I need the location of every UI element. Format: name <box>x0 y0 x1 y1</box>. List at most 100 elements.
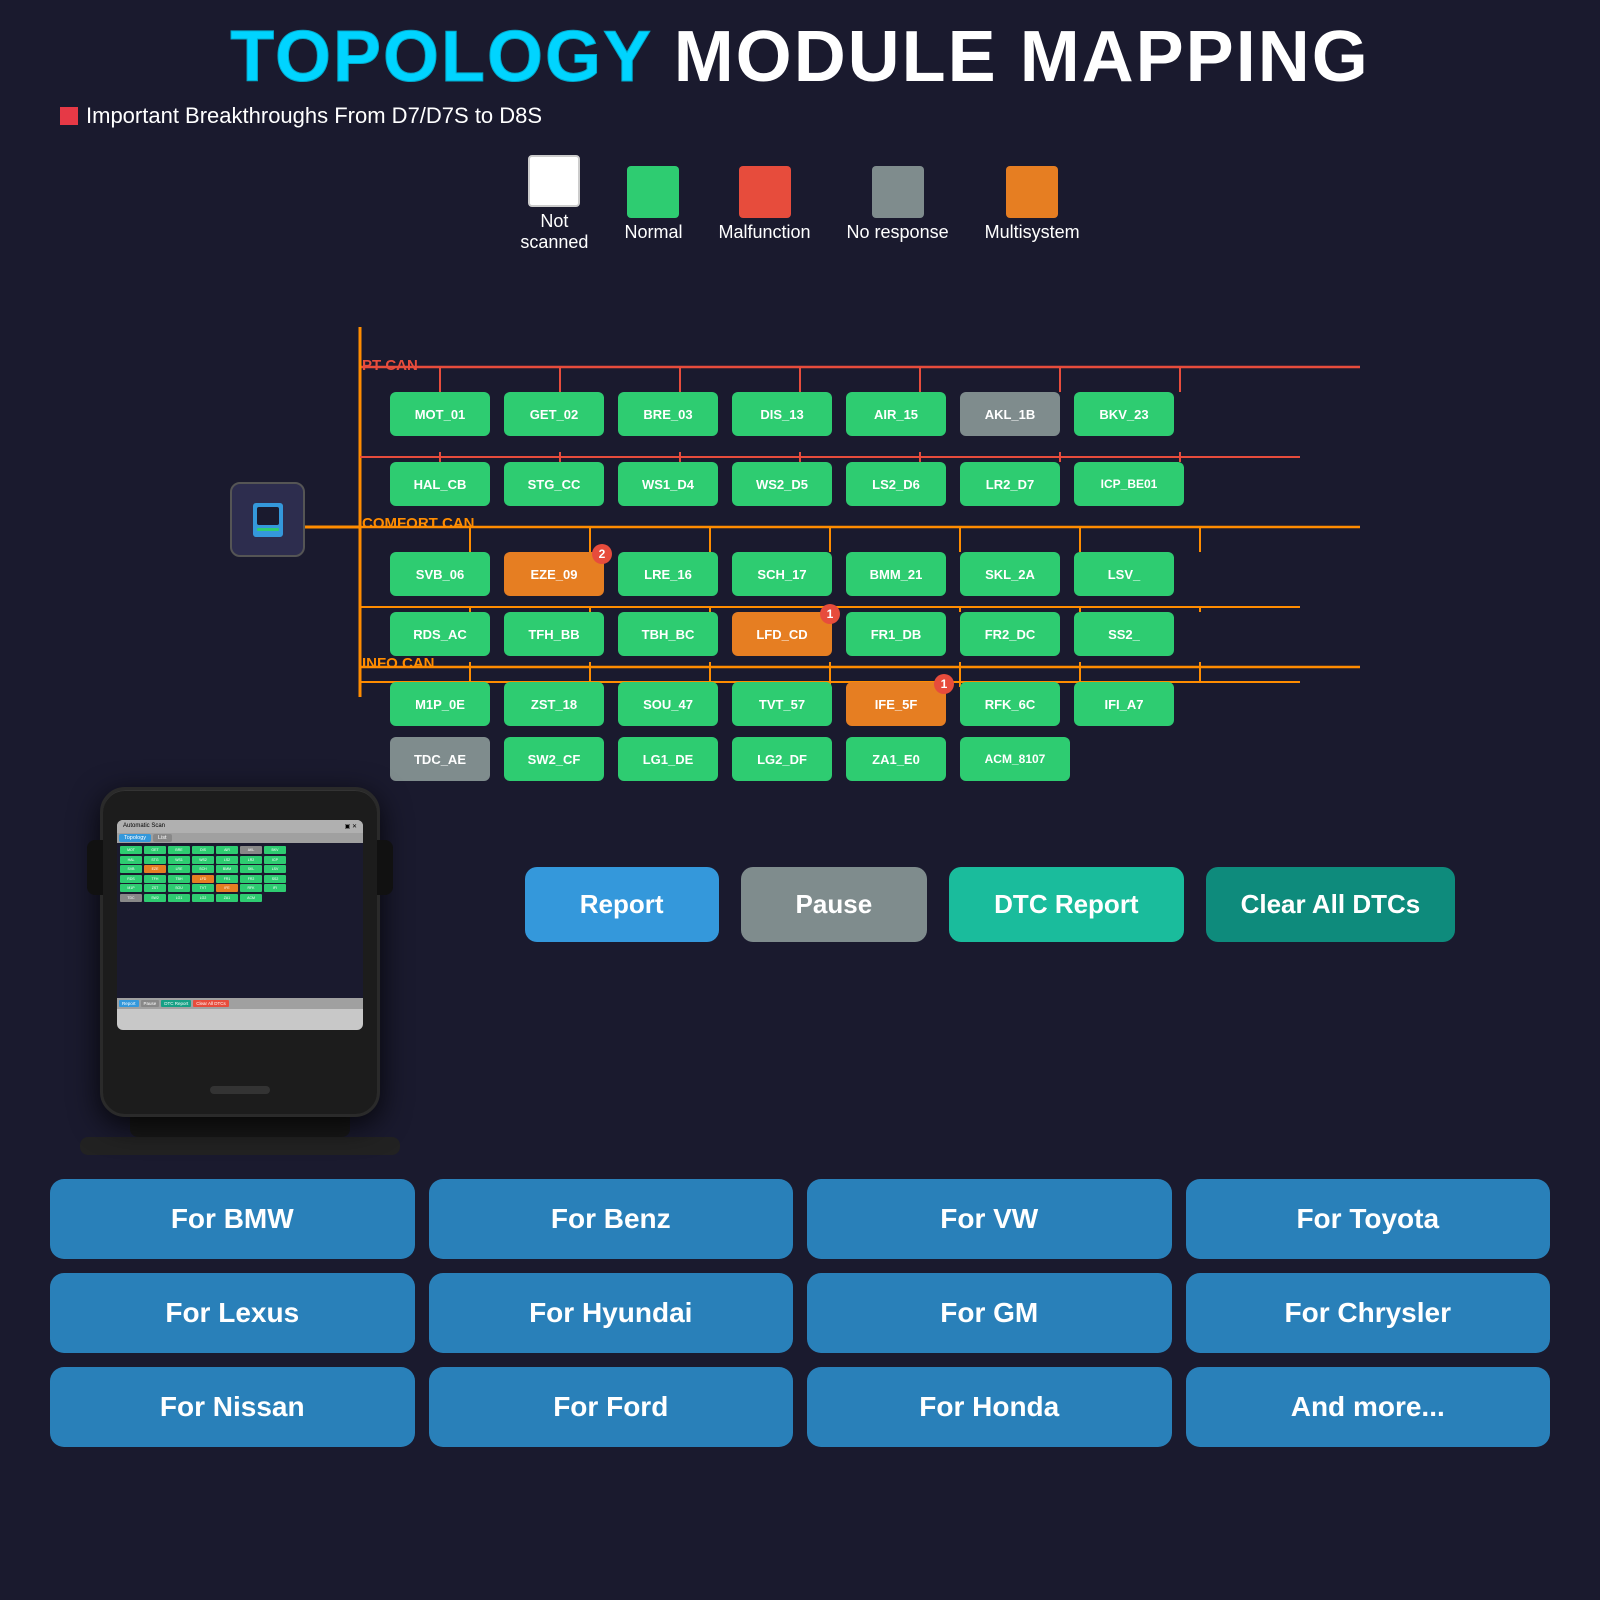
node-TFH_BB[interactable]: TFH_BB <box>504 612 604 656</box>
node-DIS_13[interactable]: DIS_13 <box>732 392 832 436</box>
scanner-home-btn[interactable] <box>210 1086 270 1094</box>
screen-dtc-btn[interactable]: DTC Report <box>161 1000 191 1007</box>
node-IFE_5F[interactable]: IFE_5F 1 <box>846 682 946 726</box>
node-RDS_AC[interactable]: RDS_AC <box>390 612 490 656</box>
row-5-nodes: TDC_AE SW2_CF LG1_DE LG2_DF ZA1_E0 ACM_8… <box>390 737 1070 781</box>
node-TBH_BC[interactable]: TBH_BC <box>618 612 718 656</box>
scanner-screen: Automatic Scan ▣ ✕ Topology List MOT GET… <box>117 820 363 1030</box>
node-ZA1_E0[interactable]: ZA1_E0 <box>846 737 946 781</box>
legend-box-multisystem <box>1006 166 1058 218</box>
screen-pause-btn[interactable]: Pause <box>141 1000 160 1007</box>
gm-button[interactable]: For GM <box>807 1273 1172 1353</box>
node-LSV_[interactable]: LSV_ <box>1074 552 1174 596</box>
badge-LFD_CD: 1 <box>820 604 840 624</box>
pause-button[interactable]: Pause <box>741 867 928 942</box>
red-square-icon <box>60 107 78 125</box>
action-area: Report Pause DTC Report Clear All DTCs <box>460 787 1520 942</box>
row-1-nodes: HAL_CB STG_CC WS1_D4 WS2_D5 LS2_D6 LR2_D… <box>390 462 1184 506</box>
node-SOU_47[interactable]: SOU_47 <box>618 682 718 726</box>
node-SKL_2A[interactable]: SKL_2A <box>960 552 1060 596</box>
node-BRE_03[interactable]: BRE_03 <box>618 392 718 436</box>
chrysler-button[interactable]: For Chrysler <box>1186 1273 1551 1353</box>
screen-topbar: Automatic Scan ▣ ✕ <box>117 820 363 833</box>
node-SCH_17[interactable]: SCH_17 <box>732 552 832 596</box>
node-RFK_6C[interactable]: RFK_6C <box>960 682 1060 726</box>
hyundai-button[interactable]: For Hyundai <box>429 1273 794 1353</box>
node-TVT_57[interactable]: TVT_57 <box>732 682 832 726</box>
node-LG1_DE[interactable]: LG1_DE <box>618 737 718 781</box>
node-STG_CC[interactable]: STG_CC <box>504 462 604 506</box>
screen-tabs: Topology List <box>117 833 363 843</box>
node-WS1_D4[interactable]: WS1_D4 <box>618 462 718 506</box>
node-MOT_01[interactable]: MOT_01 <box>390 392 490 436</box>
legend: Notscanned Normal Malfunction No respons… <box>0 145 1600 267</box>
title-module-mapping: MODULE MAPPING <box>652 17 1370 97</box>
row-4-nodes: M1P_0E ZST_18 SOU_47 TVT_57 IFE_5F 1 RFK… <box>390 682 1174 726</box>
node-HAL_CB[interactable]: HAL_CB <box>390 462 490 506</box>
legend-box-no-response <box>872 166 924 218</box>
node-LS2_D6[interactable]: LS2_D6 <box>846 462 946 506</box>
node-LFD_CD[interactable]: LFD_CD 1 <box>732 612 832 656</box>
action-buttons-row: Report Pause DTC Report Clear All DTCs <box>460 867 1520 942</box>
screen-report-btn[interactable]: Report <box>119 1000 139 1007</box>
lexus-button[interactable]: For Lexus <box>50 1273 415 1353</box>
more-button[interactable]: And more... <box>1186 1367 1551 1447</box>
toyota-button[interactable]: For Toyota <box>1186 1179 1551 1259</box>
legend-malfunction: Malfunction <box>718 166 810 243</box>
comfort-can-label: COMFORT CAN <box>362 515 475 532</box>
node-FR2_DC[interactable]: FR2_DC <box>960 612 1060 656</box>
scanner-device: Automatic Scan ▣ ✕ Topology List MOT GET… <box>80 787 400 1155</box>
main-title: TOPOLOGY MODULE MAPPING <box>20 18 1580 97</box>
legend-not-scanned: Notscanned <box>520 155 588 253</box>
vw-button[interactable]: For VW <box>807 1179 1172 1259</box>
screen-topology-content: MOT GET BRE DIS AIR AKL BKV HAL STG WS1 … <box>117 843 363 998</box>
row-2-nodes: SVB_06 EZE_09 2 LRE_16 SCH_17 BMM_21 SKL… <box>390 552 1174 596</box>
node-TDC_AE[interactable]: TDC_AE <box>390 737 490 781</box>
node-BMM_21[interactable]: BMM_21 <box>846 552 946 596</box>
node-FR1_DB[interactable]: FR1_DB <box>846 612 946 656</box>
node-ICP_BE01[interactable]: ICP_BE01 <box>1074 462 1184 506</box>
scanner-stand <box>130 1117 350 1137</box>
node-ZST_18[interactable]: ZST_18 <box>504 682 604 726</box>
node-BKV_23[interactable]: BKV_23 <box>1074 392 1174 436</box>
node-LRE_16[interactable]: LRE_16 <box>618 552 718 596</box>
nissan-button[interactable]: For Nissan <box>50 1367 415 1447</box>
node-SW2_CF[interactable]: SW2_CF <box>504 737 604 781</box>
node-SS2_[interactable]: SS2_ <box>1074 612 1174 656</box>
node-GET_02[interactable]: GET_02 <box>504 392 604 436</box>
node-SVB_06[interactable]: SVB_06 <box>390 552 490 596</box>
node-ACM_8107[interactable]: ACM_8107 <box>960 737 1070 781</box>
brand-grid: For BMW For Benz For VW For Toyota For L… <box>0 1165 1600 1461</box>
legend-no-response: No response <box>847 166 949 243</box>
bottom-section: Automatic Scan ▣ ✕ Topology List MOT GET… <box>0 777 1600 1165</box>
screen-mini-buttons: Report Pause DTC Report Clear All DTCs <box>117 998 363 1009</box>
ford-button[interactable]: For Ford <box>429 1367 794 1447</box>
pt-can-label: PT CAN <box>362 357 418 374</box>
benz-button[interactable]: For Benz <box>429 1179 794 1259</box>
node-LG2_DF[interactable]: LG2_DF <box>732 737 832 781</box>
node-EZE_09[interactable]: EZE_09 2 <box>504 552 604 596</box>
node-IFI_A7[interactable]: IFI_A7 <box>1074 682 1174 726</box>
badge-IFE_5F: 1 <box>934 674 954 694</box>
scanner-handle-left <box>87 840 103 895</box>
node-LR2_D7[interactable]: LR2_D7 <box>960 462 1060 506</box>
node-AIR_15[interactable]: AIR_15 <box>846 392 946 436</box>
scan-device-icon <box>230 482 305 557</box>
scanner-base <box>80 1137 400 1155</box>
node-AKL_1B[interactable]: AKL_1B <box>960 392 1060 436</box>
legend-multisystem: Multisystem <box>985 166 1080 243</box>
node-M1P_0E[interactable]: M1P_0E <box>390 682 490 726</box>
report-button[interactable]: Report <box>525 867 719 942</box>
dtc-report-button[interactable]: DTC Report <box>949 867 1183 942</box>
honda-button[interactable]: For Honda <box>807 1367 1172 1447</box>
topology-diagram: PT CAN COMFORT CAN INFO CAN MOT_01 GET_0… <box>200 267 1400 787</box>
node-WS2_D5[interactable]: WS2_D5 <box>732 462 832 506</box>
screen-clear-btn[interactable]: Clear All DTCs <box>193 1000 229 1007</box>
clear-dtc-button[interactable]: Clear All DTCs <box>1206 867 1456 942</box>
device-svg <box>248 500 288 540</box>
bmw-button[interactable]: For BMW <box>50 1179 415 1259</box>
legend-box-malfunction <box>739 166 791 218</box>
title-topology: TOPOLOGY <box>230 17 651 97</box>
info-can-label: INFO CAN <box>362 655 435 672</box>
legend-box-not-scanned <box>528 155 580 207</box>
